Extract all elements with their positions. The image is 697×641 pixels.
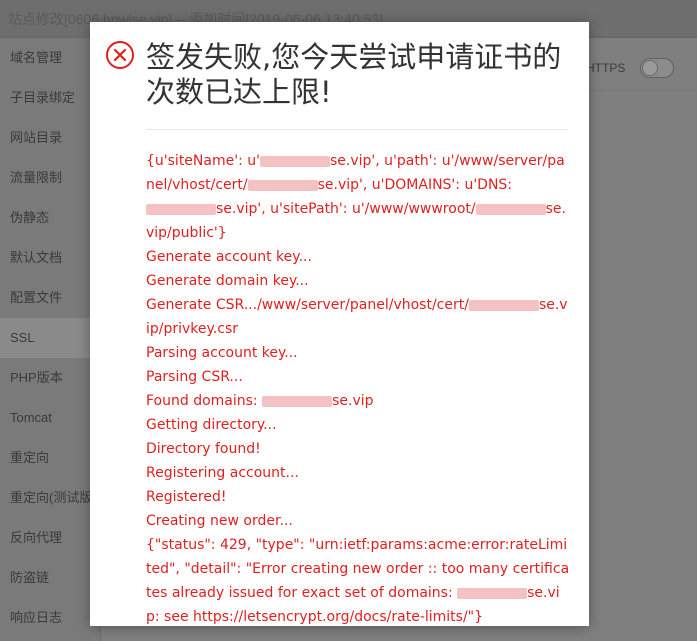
error-circle-x-icon [106, 41, 134, 69]
log-line: {"status": 429, "type": "urn:ietf:params… [146, 537, 570, 625]
sidebar-item[interactable]: Tomcat [0, 398, 100, 438]
dialog-log: {u'siteName': u' se.vip', u'path': u'/www… [146, 149, 571, 629]
sidebar-item[interactable]: 反向代理 [0, 518, 100, 558]
log-line: Found domains: se.vip [146, 393, 374, 409]
log-line: {u'siteName': u' se.vip', u'path': u'/www… [146, 153, 566, 241]
sidebar-item[interactable]: 配置文件 [0, 278, 100, 318]
toggle-knob [642, 60, 658, 76]
sidebar-item[interactable]: 响应日志 [0, 598, 100, 638]
log-line: Creating new order... [146, 513, 293, 529]
sidebar-item[interactable]: 重定向 [0, 438, 100, 478]
dialog-title: 签发失败,您今天尝试申请证书的次数已达上限! [146, 40, 562, 109]
sidebar-item[interactable]: 伪静态 [0, 198, 100, 238]
sidebar-item[interactable]: 子目录绑定 [0, 78, 100, 118]
redacted-text [468, 299, 539, 311]
dialog-divider [146, 129, 568, 130]
sidebar-item[interactable]: PHP版本 [0, 358, 100, 398]
error-dialog: 签发失败,您今天尝试申请证书的次数已达上限! {u'siteName': u' s… [90, 22, 589, 626]
https-toggle[interactable] [640, 58, 674, 78]
log-line: Parsing CSR... [146, 369, 243, 385]
log-line: Getting directory... [146, 417, 277, 433]
log-line: Parsing account key... [146, 345, 298, 361]
sidebar-item[interactable]: SSL [0, 318, 100, 358]
redacted-text [247, 179, 318, 191]
sidebar-item[interactable]: 默认文档 [0, 238, 100, 278]
log-line: Registering account... [146, 465, 299, 481]
sidebar-item[interactable]: 防盗链 [0, 558, 100, 598]
sidebar-item[interactable]: 重定向(测试版) [0, 478, 100, 518]
log-line: Generate domain key... [146, 273, 309, 289]
log-line: Generate CSR.../www/server/panel/vhost/c… [146, 297, 568, 337]
sidebar: 域名管理 子目录绑定 网站目录 流量限制 伪静态 默认文档 配置文件 SSL PHP版本 Tomc… [0, 38, 101, 641]
log-line: Generate account key... [146, 249, 312, 265]
log-line: Registered! [146, 489, 227, 505]
redacted-text [475, 203, 546, 215]
sidebar-item[interactable]: 流量限制 [0, 158, 100, 198]
redacted-text [457, 587, 528, 599]
sidebar-item[interactable]: 网站目录 [0, 118, 100, 158]
redacted-text [259, 155, 330, 167]
sidebar-item[interactable]: 域名管理 [0, 38, 100, 78]
redacted-text [146, 203, 216, 215]
redacted-text [262, 395, 333, 407]
https-label: HTTPS [586, 61, 626, 75]
log-line: Directory found! [146, 441, 261, 457]
